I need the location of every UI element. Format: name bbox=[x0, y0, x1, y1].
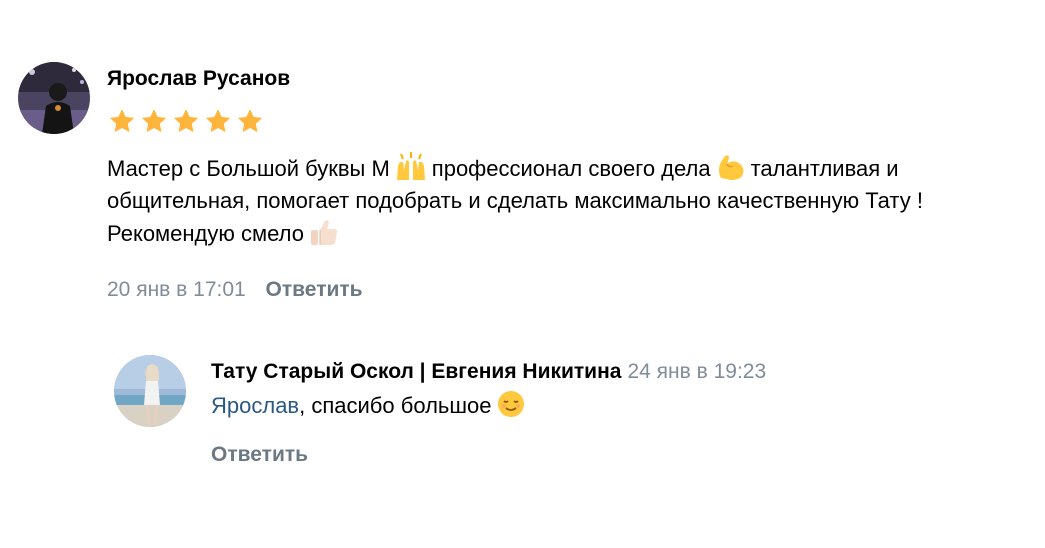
flexed-biceps-emoji bbox=[715, 152, 747, 182]
reply-date[interactable]: 24 янв в 19:23 bbox=[627, 360, 766, 383]
reply-button[interactable]: Ответить bbox=[211, 440, 308, 470]
star-icon bbox=[203, 106, 233, 136]
avatar[interactable] bbox=[18, 62, 90, 134]
thumbs-up-emoji bbox=[308, 217, 340, 247]
comment-text: Мастер с Большой буквы М профессионал сво… bbox=[107, 152, 1037, 250]
relieved-face-emoji bbox=[496, 389, 526, 419]
reply-button[interactable]: Ответить bbox=[266, 278, 363, 301]
star-icon bbox=[139, 106, 169, 136]
reply-text: Ярослав, спасибо большое bbox=[211, 389, 1011, 422]
comment-text-part: Мастер с Большой буквы М bbox=[107, 156, 390, 181]
star-icon bbox=[171, 106, 201, 136]
star-icon bbox=[235, 106, 265, 136]
comment-date[interactable]: 20 янв в 17:01 bbox=[107, 278, 246, 301]
reply-body: Тату Старый Оскол | Евгения Никитина 24 я… bbox=[211, 355, 1011, 470]
avatar[interactable] bbox=[114, 355, 186, 427]
mention-link[interactable]: Ярослав bbox=[211, 393, 299, 418]
comment-author[interactable]: Ярослав Русанов bbox=[107, 64, 1037, 94]
rating-stars bbox=[107, 106, 1037, 136]
reply-header: Тату Старый Оскол | Евгения Никитина 24 я… bbox=[211, 357, 1011, 387]
comment-text-part: профессионал своего дела bbox=[431, 156, 711, 181]
reply-author[interactable]: Тату Старый Оскол | Евгения Никитина bbox=[211, 360, 621, 383]
raising-hands-emoji bbox=[394, 152, 428, 182]
reply-text-part: , спасибо большое bbox=[299, 393, 492, 418]
comment-body: Ярослав Русанов Мастер с Большой буквы М… bbox=[107, 62, 1037, 305]
star-icon bbox=[107, 106, 137, 136]
comment-meta: 20 янв в 17:01 Ответить bbox=[107, 275, 1037, 305]
